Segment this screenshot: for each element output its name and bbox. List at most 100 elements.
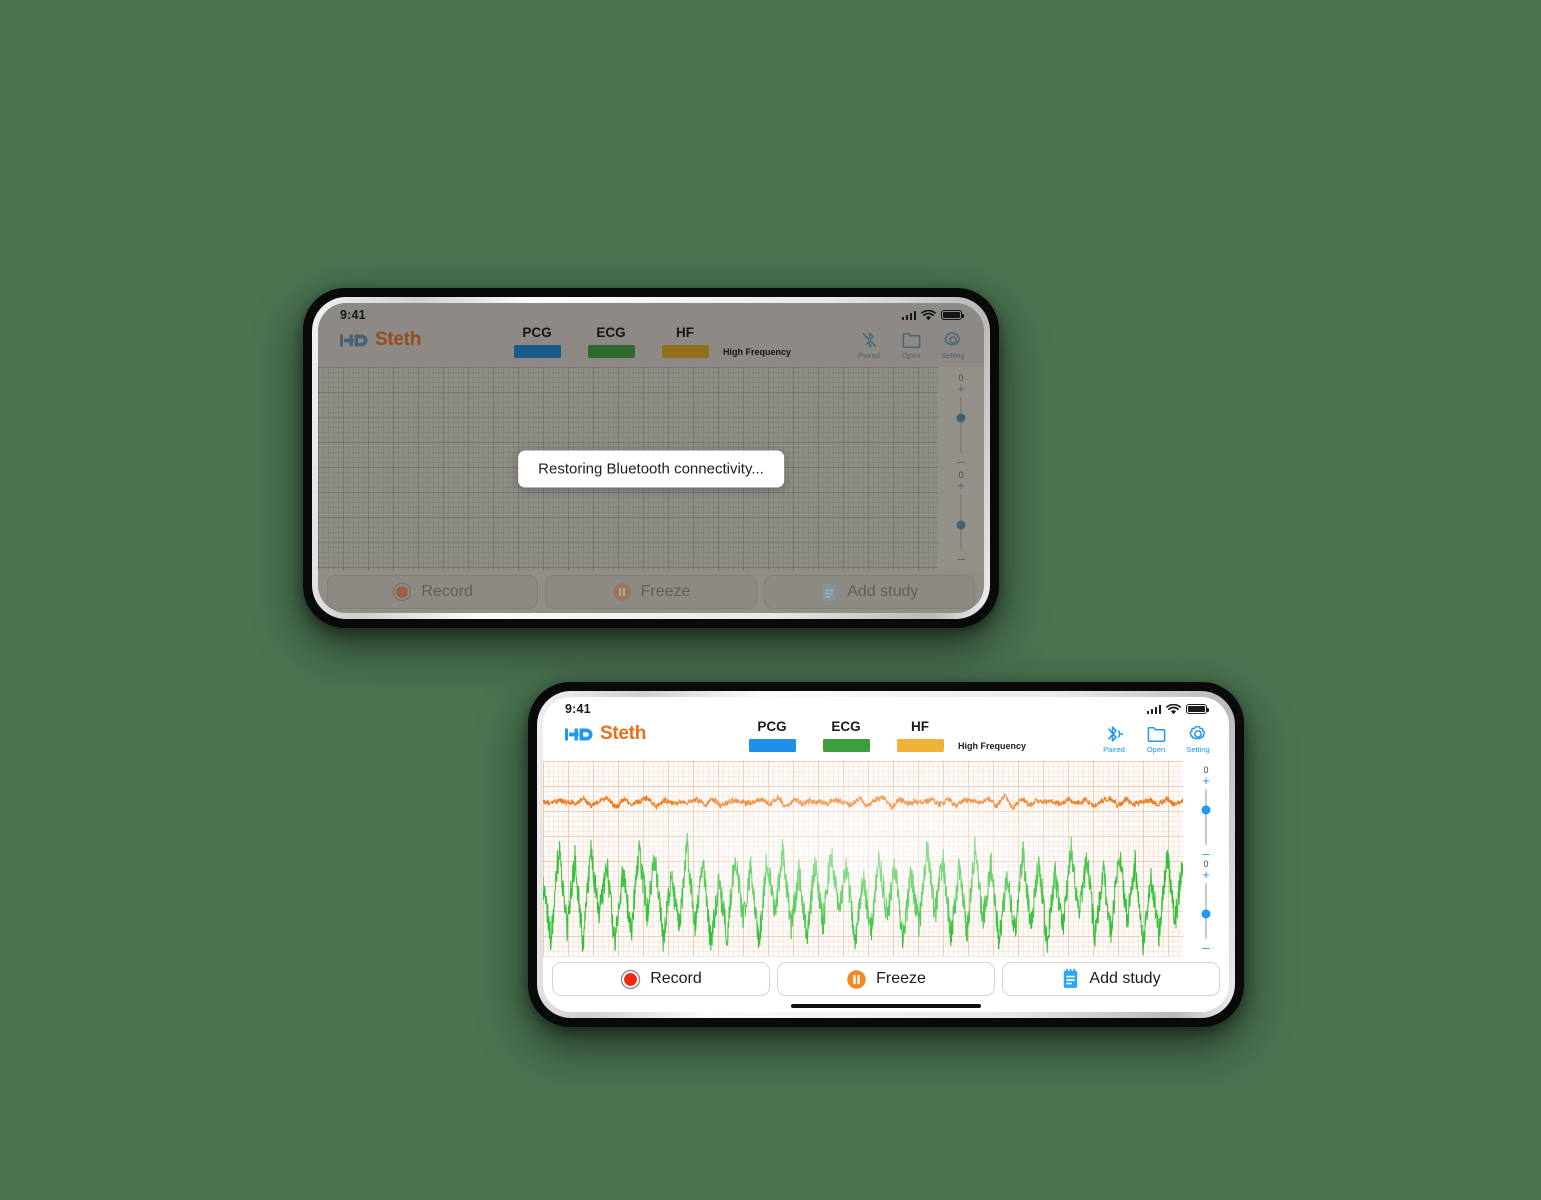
- channel-legend-top: PCG ECG HF High Frequency: [511, 325, 791, 358]
- header-actions-top: Paired Open Setting: [854, 325, 968, 360]
- setting-button[interactable]: Setting: [1183, 724, 1213, 754]
- record-circle-icon: [393, 582, 412, 602]
- channel-ecg-swatch: [822, 739, 870, 752]
- app-logo: Steth: [565, 723, 646, 745]
- wifi-icon: [921, 309, 936, 320]
- gain-slider-rail-top: 0 + – 0 + –: [938, 367, 984, 570]
- signal-bars-icon: [1146, 704, 1161, 714]
- gain-slider-2-increase[interactable]: +: [1202, 868, 1210, 881]
- header-actions-bottom: Paired Open Setting: [1099, 719, 1213, 754]
- channel-hf-label: HF: [910, 719, 929, 734]
- record-button[interactable]: Record: [552, 962, 770, 996]
- setting-button[interactable]: Setting: [938, 330, 968, 360]
- channel-pcg[interactable]: PCG: [746, 719, 798, 752]
- record-button[interactable]: Record: [327, 575, 539, 609]
- gain-slider-1[interactable]: 0 + –: [956, 371, 966, 469]
- channel-ecg-label: ECG: [831, 719, 861, 734]
- action-toolbar-bottom: Record Freeze Add study: [543, 957, 1229, 1000]
- notepad-icon: [822, 582, 836, 601]
- high-frequency-note: High Frequency: [722, 347, 792, 357]
- channel-ecg-label: ECG: [596, 325, 626, 340]
- channel-ecg-swatch: [587, 345, 635, 358]
- app-logo: Steth: [340, 329, 421, 351]
- gain-slider-2[interactable]: 0 + –: [956, 469, 966, 567]
- status-bar-top: 9:41: [318, 303, 984, 325]
- record-label: Record: [421, 583, 473, 600]
- paired-label: Paired: [1103, 745, 1125, 754]
- hd-logo-mark-icon: [340, 332, 374, 349]
- channel-pcg-label: PCG: [522, 325, 552, 340]
- gain-slider-1-thumb[interactable]: [956, 413, 966, 423]
- open-button[interactable]: Open: [896, 330, 926, 360]
- gain-slider-2-decrease[interactable]: –: [957, 552, 964, 565]
- add-study-button[interactable]: Add study: [763, 575, 975, 609]
- freeze-button[interactable]: Freeze: [777, 962, 995, 996]
- add-study-label: Add study: [1089, 970, 1161, 987]
- channel-hf-label: HF: [675, 325, 694, 340]
- channel-hf-swatch: [896, 739, 944, 752]
- phone-device-bottom: 9:41 Steth PCG ECG HF High Frequency Pai…: [528, 682, 1244, 1027]
- channel-hf[interactable]: HF: [659, 325, 711, 358]
- battery-full-icon: [1186, 703, 1210, 715]
- app-logo-text: Steth: [600, 723, 647, 744]
- phone-screen-bottom: 9:41 Steth PCG ECG HF High Frequency Pai…: [543, 697, 1229, 1012]
- paired-button[interactable]: Paired: [854, 330, 884, 360]
- status-indicators: [901, 309, 965, 321]
- gain-slider-1-decrease[interactable]: –: [957, 455, 964, 468]
- channel-pcg-swatch: [748, 739, 796, 752]
- gain-slider-1-increase[interactable]: +: [957, 382, 965, 395]
- pause-circle-icon: [847, 969, 866, 989]
- bluetooth-paired-icon: [1107, 726, 1123, 742]
- gain-slider-2[interactable]: 0 + –: [1201, 859, 1211, 954]
- gain-slider-rail-bottom: 0 + – 0 + –: [1183, 761, 1229, 957]
- phone-bezel-top: 9:41 Steth PCG ECG HF High Frequency Pai…: [312, 297, 990, 619]
- gain-slider-2-decrease[interactable]: –: [1202, 941, 1209, 954]
- waveform-area-top: 0 + – 0 + – Restoring Bluetooth connecti…: [318, 367, 984, 570]
- gain-slider-1-track[interactable]: [1201, 789, 1211, 845]
- status-time: 9:41: [340, 308, 366, 322]
- pause-circle-icon: [612, 583, 631, 601]
- gear-icon: [1189, 725, 1206, 740]
- hd-logo-mark-icon: [565, 726, 599, 743]
- gain-slider-1-track[interactable]: [956, 396, 966, 453]
- setting-label: Setting: [941, 351, 965, 360]
- ecg-trace: [543, 833, 1183, 955]
- status-time: 9:41: [565, 702, 591, 716]
- add-study-button[interactable]: Add study: [1002, 962, 1220, 996]
- gain-slider-1-increase[interactable]: +: [1202, 774, 1210, 787]
- gain-slider-2-increase[interactable]: +: [957, 479, 965, 492]
- gain-slider-1-thumb[interactable]: [1201, 805, 1211, 815]
- gain-slider-1[interactable]: 0 + –: [1201, 765, 1211, 860]
- folder-icon: [1147, 726, 1165, 742]
- open-button[interactable]: Open: [1141, 724, 1171, 754]
- gain-slider-2-track[interactable]: [1201, 883, 1211, 939]
- channel-hf-swatch: [661, 345, 709, 358]
- phone-screen-top: 9:41 Steth PCG ECG HF High Frequency Pai…: [318, 303, 984, 613]
- high-frequency-note: High Frequency: [957, 741, 1027, 751]
- signal-bars-icon: [901, 310, 916, 320]
- gain-slider-2-track[interactable]: [956, 494, 966, 551]
- app-logo-text: Steth: [375, 329, 422, 350]
- wifi-icon: [1166, 703, 1181, 714]
- app-header-top: Steth PCG ECG HF High Frequency Paired O…: [318, 325, 984, 367]
- freeze-button[interactable]: Freeze: [545, 575, 757, 609]
- open-label: Open: [1146, 745, 1166, 754]
- app-header-bottom: Steth PCG ECG HF High Frequency Paired O…: [543, 719, 1229, 761]
- gear-icon: [944, 331, 961, 346]
- channel-pcg-label: PCG: [757, 719, 787, 734]
- channel-ecg[interactable]: ECG: [820, 719, 872, 752]
- paired-button[interactable]: Paired: [1099, 724, 1129, 754]
- waveform-plot: [543, 761, 1183, 957]
- channel-legend-bottom: PCG ECG HF High Frequency: [746, 719, 1026, 752]
- freeze-label: Freeze: [640, 583, 691, 600]
- channel-pcg-swatch: [513, 345, 561, 358]
- add-study-label: Add study: [847, 583, 919, 600]
- gain-slider-2-thumb[interactable]: [1201, 909, 1211, 919]
- channel-ecg[interactable]: ECG: [585, 325, 637, 358]
- channel-hf[interactable]: HF: [894, 719, 946, 752]
- gain-slider-1-decrease[interactable]: –: [1202, 847, 1209, 860]
- bluetooth-disconnected-icon: [861, 332, 877, 348]
- channel-pcg[interactable]: PCG: [511, 325, 563, 358]
- freeze-label: Freeze: [876, 970, 926, 987]
- gain-slider-2-thumb[interactable]: [956, 520, 966, 530]
